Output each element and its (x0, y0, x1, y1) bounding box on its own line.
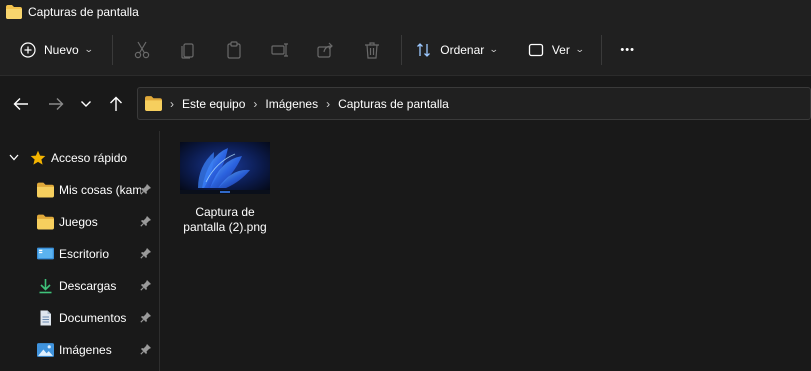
chevron-down-icon: ⌄ (489, 44, 499, 54)
pin-icon (140, 184, 151, 195)
sidebar-item-label: Descargas (59, 279, 117, 293)
pin-icon (140, 344, 151, 355)
paste-button[interactable] (211, 32, 257, 68)
pin-icon (140, 312, 151, 323)
file-item[interactable]: Captura de pantalla (2).png (175, 139, 271, 243)
copy-icon (181, 42, 194, 59)
navigation-pane: Acceso rápido Mis cosas (kam Juegos Escr… (0, 131, 160, 371)
arrow-right-icon (49, 98, 64, 110)
pin-icon (140, 280, 151, 291)
sidebar-item-label: Mis cosas (kam (59, 183, 141, 197)
new-button-label: Nuevo (44, 42, 79, 57)
sort-button[interactable]: Ordenar ⌄ (408, 32, 506, 68)
document-icon (40, 310, 51, 326)
sidebar-item-label: Acceso rápido (51, 151, 128, 165)
folder-icon (37, 182, 54, 198)
recent-locations-button[interactable] (70, 88, 102, 120)
up-button[interactable] (100, 88, 132, 120)
sidebar-item-label: Escritorio (59, 247, 110, 261)
share-button[interactable] (303, 32, 349, 68)
breadcrumb-separator: › (253, 96, 258, 111)
arrow-left-icon (13, 98, 28, 110)
breadcrumb-pictures[interactable]: Imágenes (265, 97, 318, 111)
sidebar-item-documentos[interactable]: Documentos (0, 303, 160, 333)
back-button[interactable] (5, 88, 37, 120)
chevron-down-icon: ⌄ (83, 44, 94, 54)
chevron-down-icon (9, 154, 19, 161)
file-explorer-window: Capturas de pantalla Nuevo ⌄ Ordenar ⌄ V… (0, 0, 811, 371)
clipboard-icon (227, 40, 241, 59)
address-row: › Este equipo › Imágenes › Capturas de p… (0, 77, 811, 131)
desktop-icon (37, 247, 54, 260)
image-thumbnail (180, 142, 270, 194)
file-name-line: Captura de (195, 205, 255, 219)
divider (112, 34, 114, 65)
folder-icon (145, 96, 162, 111)
file-name: Captura de pantalla (2).png (175, 205, 275, 235)
breadcrumb-this-pc[interactable]: Este equipo (182, 97, 245, 111)
chevron-down-icon: ⌄ (574, 44, 585, 54)
view-button-label: Ver (551, 42, 570, 57)
divider (601, 34, 603, 65)
share-icon (317, 42, 334, 58)
command-bar: Nuevo ⌄ Ordenar ⌄ Ver ⌄ ••• (0, 24, 811, 76)
folder-icon (37, 214, 54, 230)
plus-circle-icon (20, 41, 36, 58)
scissors-icon (135, 41, 150, 58)
delete-button[interactable] (349, 32, 395, 68)
file-name-line: pantalla (2).png (183, 220, 267, 234)
download-icon (39, 279, 52, 294)
star-icon (30, 150, 46, 165)
sort-button-label: Ordenar (440, 42, 485, 57)
breadcrumb-separator: › (170, 96, 174, 111)
rename-icon (271, 42, 289, 57)
pin-icon (140, 248, 151, 259)
arrow-up-icon (110, 96, 122, 111)
sidebar-item-imagenes[interactable]: Imágenes (0, 335, 160, 365)
sidebar-item-mis-cosas[interactable]: Mis cosas (kam (0, 175, 160, 205)
trash-icon (365, 41, 380, 59)
sidebar-item-label: Imágenes (59, 343, 112, 357)
address-bar[interactable]: › Este equipo › Imágenes › Capturas de p… (137, 87, 811, 120)
sidebar-item-descargas[interactable]: Descargas (0, 271, 160, 301)
sort-icon (417, 42, 431, 57)
sidebar-item-escritorio[interactable]: Escritorio (0, 239, 160, 269)
rename-button[interactable] (257, 32, 303, 68)
file-list: Captura de pantalla (2).png (161, 131, 811, 371)
sidebar-item-quick-access[interactable]: Acceso rápido (0, 143, 160, 173)
window-title: Capturas de pantalla (28, 5, 139, 19)
windows-bloom-thumbnail (180, 142, 270, 194)
sidebar-item-label: Juegos (59, 215, 98, 229)
divider (401, 34, 403, 65)
breadcrumb-screenshots[interactable]: Capturas de pantalla (338, 97, 449, 111)
title-bar: Capturas de pantalla (0, 0, 811, 24)
pictures-icon (37, 343, 54, 357)
view-icon (528, 43, 543, 56)
more-options-button[interactable]: ••• (612, 32, 643, 68)
copy-button[interactable] (165, 32, 211, 68)
folder-icon (6, 5, 22, 19)
pin-icon (140, 216, 151, 227)
more-options-icon: ••• (620, 43, 635, 56)
chevron-down-icon (81, 101, 91, 107)
view-button[interactable]: Ver ⌄ (520, 32, 592, 68)
new-button[interactable]: Nuevo ⌄ (12, 32, 100, 68)
sidebar-item-label: Documentos (59, 311, 127, 325)
forward-button[interactable] (40, 88, 72, 120)
cut-button[interactable] (119, 32, 165, 68)
sidebar-item-juegos[interactable]: Juegos (0, 207, 160, 237)
breadcrumb-separator: › (326, 96, 331, 111)
